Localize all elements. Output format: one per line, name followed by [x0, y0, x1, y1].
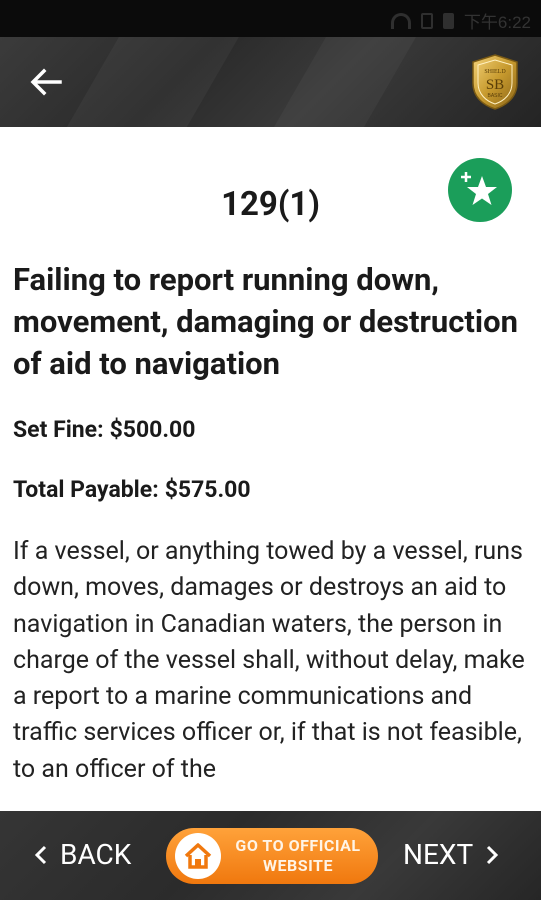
official-label-line2: WEBSITE	[263, 856, 333, 875]
set-fine: Set Fine: $500.00	[13, 416, 195, 443]
total-payable-label: Total Payable:	[13, 476, 159, 503]
home-icon	[175, 833, 221, 879]
official-website-button[interactable]: GO TO OFFICIAL WEBSITE	[166, 828, 378, 884]
status-icons: 下午6:22	[390, 8, 531, 33]
offense-detail: 129(1) Failing to report running down, m…	[0, 127, 541, 811]
sim-icon	[420, 12, 433, 29]
shield-logo: SHIELD SB BASIC	[469, 53, 521, 111]
section-code: 129(1)	[221, 185, 320, 224]
app-header: SHIELD SB BASIC	[0, 37, 541, 127]
offense-title: Failing to report running down, movement…	[13, 261, 518, 382]
logo-initials: SB	[486, 77, 504, 93]
status-bar: 下午6:22	[0, 0, 541, 37]
wifi-icon	[390, 12, 411, 29]
logo-bottom-text: BASIC	[487, 93, 502, 99]
official-website-label: GO TO OFFICIAL WEBSITE	[224, 836, 372, 876]
status-time: 下午6:22	[463, 13, 531, 32]
chevron-left-icon	[34, 845, 47, 864]
next-button[interactable]: NEXT	[403, 838, 501, 871]
set-fine-value: $500.00	[109, 416, 196, 443]
offense-description: If a vessel, or anything towed by a vess…	[13, 537, 525, 784]
bottom-nav-bar: BACK GO TO OFFICIAL WEBSITE NEXT	[0, 811, 541, 900]
logo-top-text: SHIELD	[484, 69, 506, 75]
back-label: BACK	[60, 838, 132, 871]
next-label: NEXT	[403, 838, 474, 871]
set-fine-label: Set Fine:	[13, 416, 104, 443]
total-payable-value: $575.00	[164, 476, 251, 503]
chevron-right-icon	[487, 845, 499, 864]
official-label-line1: GO TO OFFICIAL	[235, 836, 361, 855]
back-arrow-icon[interactable]	[26, 62, 66, 102]
total-payable: Total Payable: $575.00	[13, 476, 251, 503]
battery-icon	[442, 12, 454, 29]
back-button[interactable]: BACK	[32, 838, 131, 871]
